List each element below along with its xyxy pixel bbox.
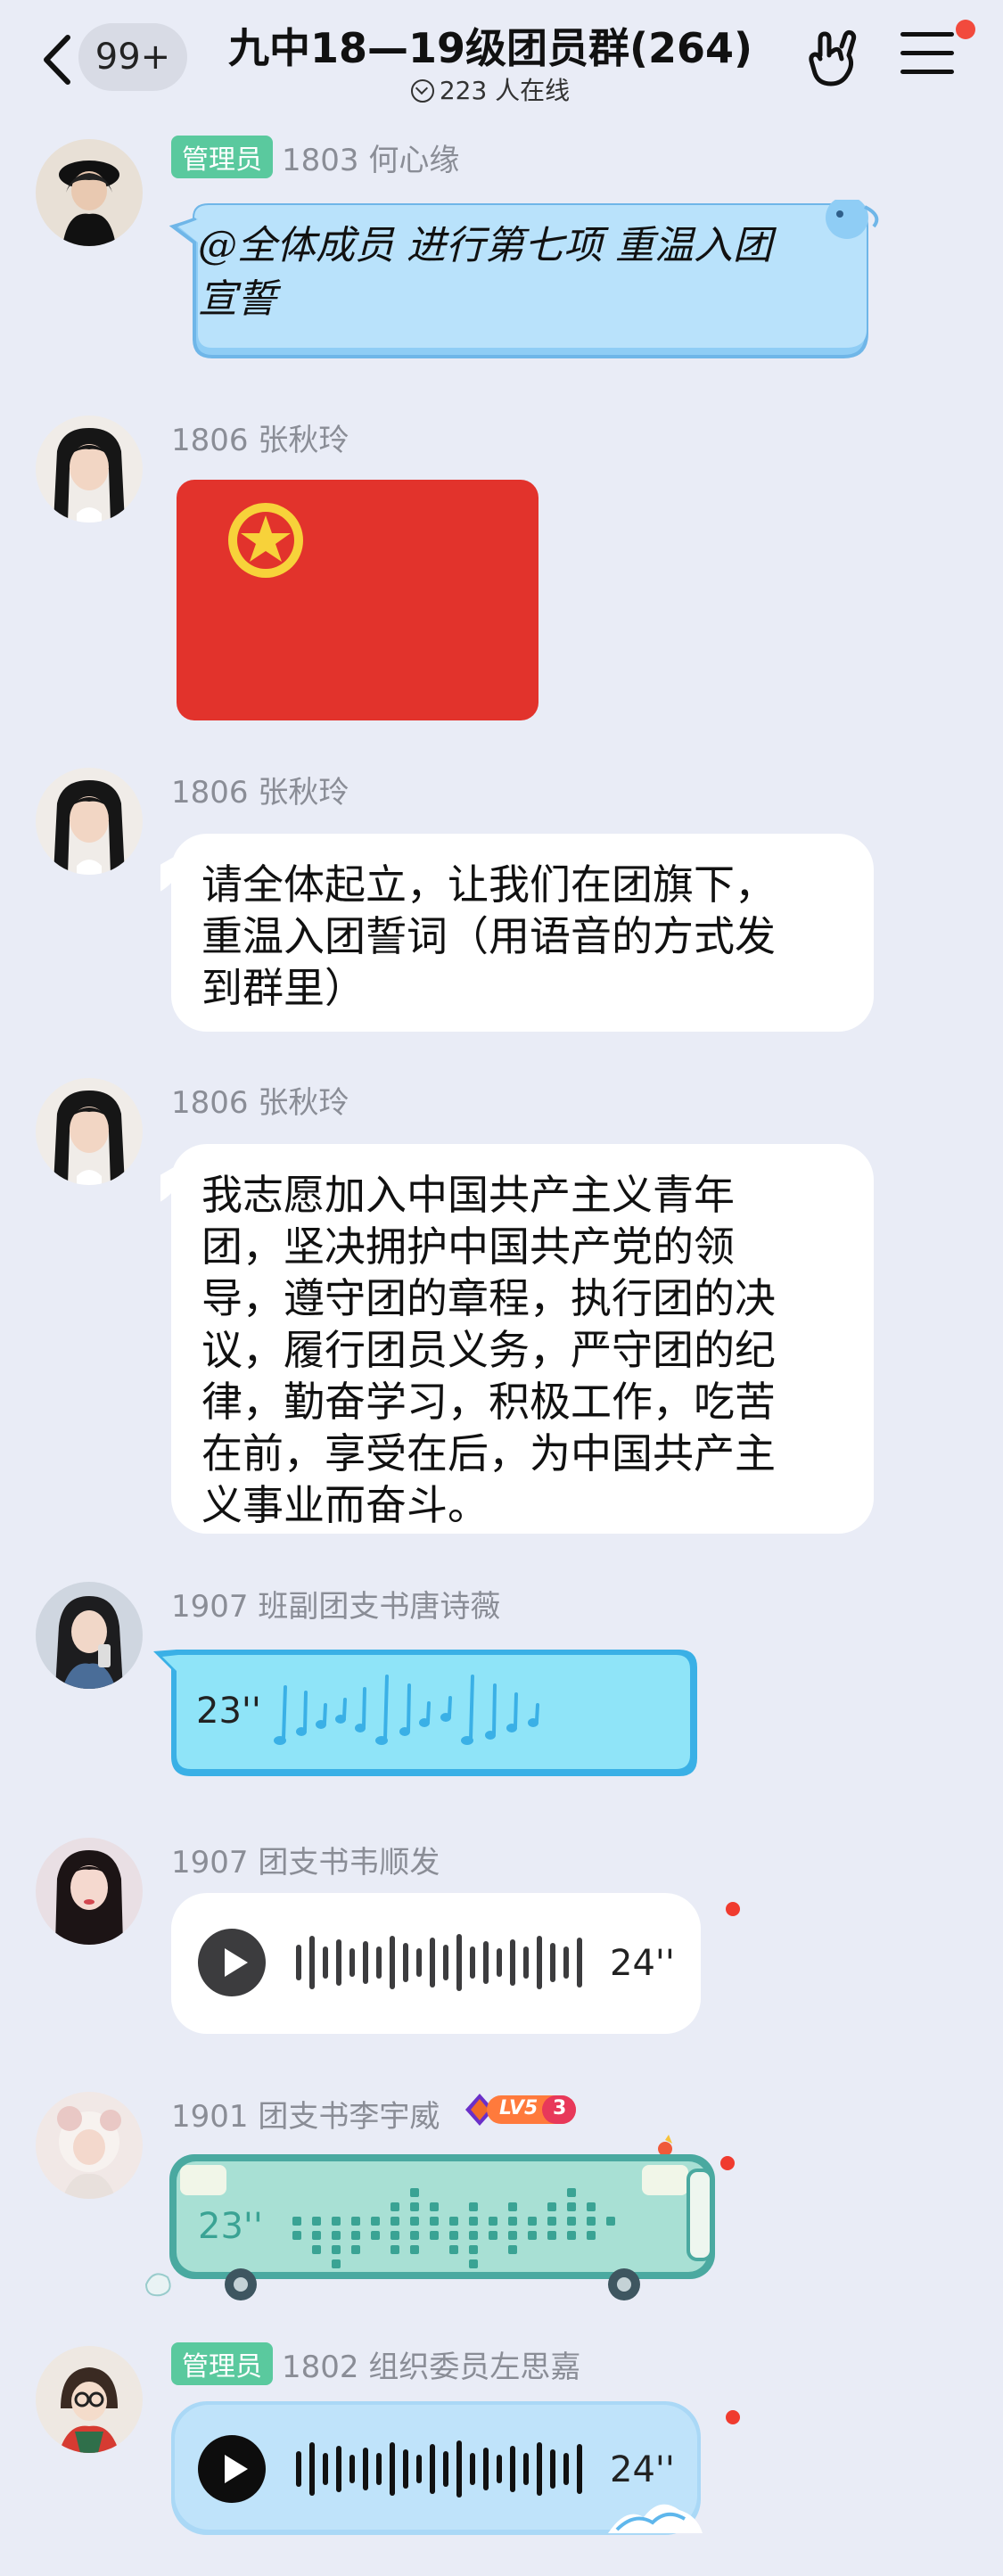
- message-text-line: 宣誓: [198, 276, 276, 322]
- group-title[interactable]: 九中18—19级团员群(264): [205, 16, 776, 75]
- play-icon[interactable]: [198, 2435, 266, 2503]
- admin-tag: 管理员: [171, 136, 273, 178]
- league-flag-image[interactable]: [177, 480, 538, 720]
- voice-message-bubble[interactable]: 23'': [150, 1641, 703, 1783]
- message-bubble[interactable]: 我志愿加入中国共产主义青年 团，坚决拥护中国共产党的领 导，遵守团的章程，执行团…: [171, 1144, 874, 1534]
- message-text-line: 议，履行团员义务，严守团的纪: [201, 1326, 776, 1374]
- avatar[interactable]: [36, 768, 143, 875]
- avatar[interactable]: [36, 416, 143, 523]
- avatar[interactable]: [36, 1582, 143, 1689]
- avatar[interactable]: [36, 139, 143, 246]
- sender-name: 1803 何心缘: [282, 143, 460, 178]
- unread-count-badge[interactable]: 99+: [78, 23, 187, 91]
- voice-message-bubble[interactable]: 24'': [171, 1893, 701, 2034]
- waveform-icon: [296, 1934, 582, 1991]
- sender-name-row: 管理员 1802 组织委员左思嘉: [171, 2342, 580, 2386]
- avatar[interactable]: [36, 2092, 143, 2199]
- sender-name-row: 管理员 1803 何心缘: [171, 136, 459, 179]
- voice-duration: 24'': [610, 2449, 675, 2490]
- online-count: 223 人在线: [439, 76, 571, 105]
- sender-name: 1806 张秋玲: [171, 775, 349, 811]
- sender-name: 1802 组织委员左思嘉: [282, 2350, 581, 2385]
- message-text-line: 义事业而奋斗。: [201, 1481, 489, 1529]
- sender-name: 1907 团支书韦顺发: [171, 1845, 440, 1881]
- message-bubble[interactable]: 请全体起立，让我们在团旗下， 重温入团誓词（用语音的方式发 到群里）: [171, 834, 874, 1032]
- online-status: 223 人在线: [205, 71, 776, 107]
- chat-header: 99+ 九中18—19级团员群(264) 223 人在线: [0, 0, 1003, 125]
- avatar[interactable]: [36, 1838, 143, 1945]
- sender-name: 1806 张秋玲: [171, 423, 349, 458]
- admin-tag: 管理员: [171, 2342, 273, 2385]
- message-text-line: 律，勤奋学习，积极工作，吃苦: [201, 1378, 776, 1426]
- voice-duration: 23'': [196, 1691, 261, 1732]
- level-number: 3: [553, 2097, 567, 2119]
- message-text-line: 导，遵守团的章程，执行团的决: [201, 1274, 776, 1322]
- unread-dot: [720, 2156, 735, 2170]
- message-text-line: 到群里）: [201, 964, 366, 1012]
- level-badge: LV5 3: [462, 2090, 580, 2129]
- voice-duration: 24'': [610, 1943, 675, 1984]
- message-text-line: 重温入团誓词（用语音的方式发: [201, 912, 776, 960]
- message-text-line: 我志愿加入中国共产主义青年: [201, 1171, 735, 1219]
- sender-name: 1901 团支书李宇威: [171, 2099, 440, 2135]
- voice-message-bubble[interactable]: 23'': [143, 2135, 731, 2304]
- message-text-line: 在前，享受在后，为中国共产主: [201, 1429, 776, 1477]
- message-text-line: 团，坚决拥护中国共产党的领: [201, 1222, 735, 1271]
- message-bubble[interactable]: @全体成员 进行第七项 重温入团 宣誓: [169, 200, 893, 365]
- play-icon[interactable]: [198, 1929, 266, 1996]
- avatar[interactable]: [36, 1078, 143, 1185]
- menu-icon[interactable]: [900, 32, 954, 82]
- message-text-line: @全体成员 进行第七项 重温入团: [198, 223, 772, 268]
- unread-dot: [726, 1902, 740, 1916]
- unread-dot: [726, 2410, 740, 2424]
- message-text-line: 请全体起立，让我们在团旗下，: [201, 860, 776, 909]
- chevron-circle-icon: [410, 79, 434, 103]
- voice-duration: 23'': [198, 2206, 263, 2247]
- avatar[interactable]: [36, 2346, 143, 2453]
- waveform-icon: [296, 2440, 582, 2498]
- notification-dot: [956, 20, 975, 39]
- sender-name: 1806 张秋玲: [171, 1085, 349, 1121]
- hand-gesture-icon[interactable]: [802, 29, 865, 91]
- sender-name: 1907 班副团支书唐诗薇: [171, 1589, 501, 1625]
- voice-message-bubble[interactable]: 24'': [171, 2399, 706, 2540]
- back-icon[interactable]: [36, 29, 80, 91]
- sender-name-row: 1901 团支书李宇威: [171, 2092, 440, 2136]
- level-text: LV5: [499, 2097, 538, 2119]
